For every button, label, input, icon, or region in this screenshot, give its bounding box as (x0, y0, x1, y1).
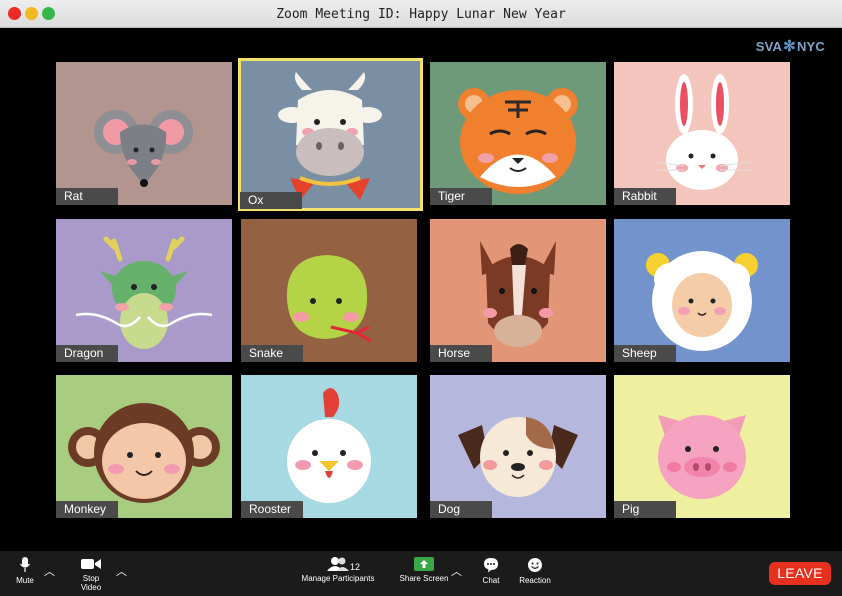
sheep-face-icon (646, 251, 758, 351)
mute-label: Mute (16, 576, 34, 585)
title-bar: Zoom Meeting ID: Happy Lunar New Year (0, 0, 842, 28)
participant-name: Horse (430, 345, 492, 362)
participant-tile-tiger[interactable]: Tiger (430, 62, 606, 205)
manage-participants-button[interactable]: Manage Participants (296, 557, 380, 583)
participant-name: Dragon (56, 345, 118, 362)
dragon-face-icon (75, 236, 213, 349)
share-options-caret-icon[interactable]: ︿ (451, 563, 462, 579)
participant-name: Pig (614, 501, 676, 518)
participants-count-badge: 12 (350, 562, 361, 572)
video-camera-icon (81, 559, 101, 569)
participant-tile-rooster[interactable]: Rooster (241, 375, 417, 518)
share-screen-button[interactable]: Share Screen (398, 557, 450, 583)
brand-logo-right: NYC (796, 38, 825, 54)
participant-tile-horse[interactable]: Horse (430, 219, 606, 362)
leave-meeting-button[interactable]: LEAVE (769, 562, 831, 585)
snowflake-icon: ✻ (783, 38, 796, 55)
window-title: Zoom Meeting ID: Happy Lunar New Year (276, 7, 566, 22)
reaction-button[interactable]: Reaction (518, 557, 552, 585)
participant-name: Snake (241, 345, 303, 362)
chat-bubble-icon (484, 558, 498, 573)
video-options-caret-icon[interactable]: ︿ (116, 563, 127, 579)
participant-tile-rat[interactable]: Rat (56, 62, 232, 205)
participant-name: Monkey (56, 501, 118, 518)
rabbit-face-icon (653, 74, 751, 190)
participant-name: Dog (430, 501, 492, 518)
chat-button[interactable]: Chat (480, 557, 502, 585)
participant-tile-ox[interactable]: Ox (238, 58, 423, 211)
dog-face-icon (458, 417, 578, 497)
participant-name: Ox (240, 192, 302, 209)
participant-name: Tiger (430, 188, 492, 205)
participant-name: Rabbit (614, 188, 676, 205)
participant-tile-dog[interactable]: Dog (430, 375, 606, 518)
audio-options-caret-icon[interactable]: ︿ (44, 563, 55, 579)
participant-tile-monkey[interactable]: Monkey (56, 375, 232, 518)
brand-logo-left: SVA (755, 38, 783, 54)
monkey-face-icon (68, 403, 220, 503)
participants-icon (327, 557, 349, 571)
stop-video-button[interactable]: Stop Video (72, 557, 110, 592)
meeting-toolbar: Mute ︿ Stop Video ︿ Manage Participants … (0, 551, 842, 596)
tiger-face-icon (458, 88, 578, 194)
horse-face-icon (480, 241, 556, 347)
snake-face-icon (286, 255, 372, 343)
smiley-reaction-icon (528, 558, 542, 572)
participant-tile-rabbit[interactable]: Rabbit (614, 62, 790, 205)
participant-name: Rat (56, 188, 118, 205)
share-screen-icon (414, 557, 434, 571)
brand-logo: SVA ✻ NYC (756, 37, 825, 55)
rat-face-icon (94, 110, 193, 187)
participant-tile-snake[interactable]: Snake (241, 219, 417, 362)
participant-name: Rooster (241, 501, 303, 518)
reaction-label: Reaction (519, 576, 551, 585)
mute-button[interactable]: Mute (10, 557, 40, 585)
manage-participants-label: Manage Participants (301, 574, 375, 583)
participant-tile-dragon[interactable]: Dragon (56, 219, 232, 362)
participant-tile-pig[interactable]: Pig (614, 375, 790, 518)
chat-label: Chat (482, 576, 500, 585)
participant-tile-sheep[interactable]: Sheep (614, 219, 790, 362)
rooster-face-icon (287, 388, 371, 503)
stop-video-label: Stop Video (80, 574, 102, 592)
pig-face-icon (658, 415, 746, 499)
microphone-icon (20, 557, 30, 572)
participant-name: Sheep (614, 345, 676, 362)
share-screen-label: Share Screen (399, 574, 449, 583)
ox-face-icon (278, 72, 382, 200)
